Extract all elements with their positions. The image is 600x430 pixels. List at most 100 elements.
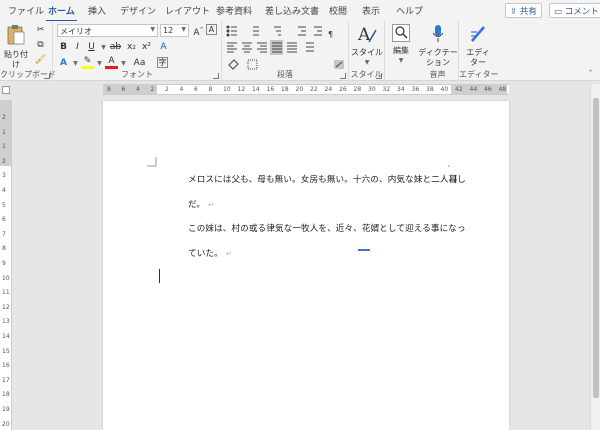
ruler-tick-label: 10: [223, 86, 231, 93]
voice-group-label: 音声: [429, 70, 446, 79]
tab-references[interactable]: 参考資料: [216, 4, 252, 17]
document-line-3[interactable]: この妹は、村の或る律気な一牧人を、近々、花婿として迎える事になっ: [188, 222, 466, 234]
font-group-label: フォント: [121, 70, 153, 79]
clear-format-icon[interactable]: A: [157, 41, 170, 54]
document-page[interactable]: メロスには父も、母も無い。女房も無い。十六の、内気な妹と二人暮し だ。 ↵ この妹…: [103, 101, 509, 430]
ruler-tick-label: 4: [2, 187, 6, 194]
format-painter-icon[interactable]: 🖌: [34, 54, 47, 67]
ruler-tick-label: 22: [310, 86, 318, 93]
grammar-squiggle: [358, 249, 370, 251]
paste-button[interactable]: 貼り付け: [3, 24, 29, 70]
paste-icon: [7, 25, 25, 45]
ruler-tick-label: 26: [339, 86, 347, 93]
document-line-2-text: だ。: [188, 200, 206, 210]
corner-mark-top-right: [448, 165, 450, 167]
paragraph-mark: ↵: [208, 201, 215, 209]
ruler-tick-label: 18: [281, 86, 289, 93]
editing-button[interactable]: 編集 ▼: [387, 24, 415, 66]
editor-pen-icon: [471, 26, 485, 42]
ruler-tick-label: 36: [411, 86, 420, 93]
share-label: 共有: [519, 7, 537, 17]
vertical-scrollbar[interactable]: [590, 84, 600, 430]
ruler-tick-label: 6: [194, 86, 198, 93]
chevron-down-icon: ▼: [181, 26, 186, 33]
clipboard-launcher-icon[interactable]: [44, 73, 50, 79]
ruler-tick-label: 38: [426, 86, 434, 93]
ruler-tick-label: 20: [2, 420, 10, 428]
tab-view[interactable]: 表示: [362, 4, 380, 17]
editing-group: 編集 ▼: [385, 21, 417, 81]
ruler-tick-label: 16: [2, 362, 10, 370]
ruler-tick-label: 17: [2, 376, 10, 384]
paste-label: 貼り付け: [4, 50, 28, 69]
editor-button[interactable]: エディ ター: [461, 24, 495, 68]
ruler-tick-label: 46: [484, 86, 492, 93]
editor-label-1: エディ: [466, 48, 490, 57]
styles-icon: A: [357, 25, 377, 45]
ruler-tick-label: 34: [397, 86, 405, 93]
editor-group-label: エディター: [459, 70, 499, 79]
ruler-tick-label: 14: [2, 333, 10, 340]
font-launcher-icon[interactable]: [213, 73, 219, 79]
dictate-label-1: ディクテー: [418, 48, 458, 57]
share-button[interactable]: ⇪ 共有: [505, 3, 542, 18]
vertical-ruler[interactable]: 2 1 1 2 3 4 5 6 7 8 9 10 11 12 13 14 15 16 17 18 19 20: [0, 100, 12, 430]
document-line-2[interactable]: だ。 ↵: [188, 198, 214, 210]
ruler-tick-label: 2: [165, 86, 169, 93]
ruler-tick-label: 10: [2, 274, 10, 282]
italic-button[interactable]: I: [71, 41, 84, 54]
paragraph-group-label: 段落: [277, 70, 293, 79]
font-name-select[interactable]: メイリオ ▼: [57, 24, 158, 37]
share-icon: ⇪: [510, 7, 518, 17]
copy-icon[interactable]: ⧉: [34, 39, 47, 52]
ruler-tick-label: 42: [455, 86, 463, 93]
comment-button[interactable]: ▭ コメント: [549, 3, 600, 18]
document-line-1-text: メロスには父も、母も無い。女房も無い。十六の、内気な妹と二人暮し: [188, 175, 466, 185]
dictate-button[interactable]: ディクテー ション: [418, 24, 458, 68]
ruler-tick-label: 12: [2, 303, 10, 311]
superscript-button[interactable]: x²: [140, 41, 153, 54]
tab-selector[interactable]: [2, 86, 10, 94]
horizontal-ruler[interactable]: 8 6 4 2 2 4 6 8 10 12 14 16 18 20 22 24 26 28 30 32 34 36 38 40…: [103, 84, 509, 95]
ruler-tick-label: 11: [2, 289, 10, 297]
ruler-tick-label: 12: [237, 86, 246, 93]
subscript-button[interactable]: x₂: [125, 41, 138, 54]
grow-font-icon[interactable]: A^: [192, 24, 205, 38]
tab-layout[interactable]: レイアウト: [165, 4, 210, 17]
ruler-tick-label: 14: [252, 86, 260, 93]
document-line-1[interactable]: メロスには父も、母も無い。女房も無い。十六の、内気な妹と二人暮し: [188, 173, 466, 185]
ruler-tick-label: 2: [2, 157, 6, 165]
editor-label-2: ター: [470, 58, 486, 67]
enclose-char-icon[interactable]: 字: [157, 57, 168, 68]
tab-help[interactable]: ヘルプ: [396, 4, 423, 17]
chevron-down-icon: ▼: [150, 26, 155, 33]
ruler-tick-label: 15: [2, 347, 10, 355]
tab-design[interactable]: デザイン: [120, 4, 156, 17]
cut-icon[interactable]: ✂: [34, 24, 47, 37]
tab-mailings[interactable]: 差し込み文書: [265, 4, 319, 17]
tab-home[interactable]: ホーム: [46, 4, 77, 22]
ruler-tick-label: 1: [2, 128, 6, 136]
document-line-4[interactable]: ていた。 ↵: [188, 247, 232, 259]
collapse-ribbon-icon[interactable]: ˄: [584, 67, 597, 80]
styles-button[interactable]: A スタイル ▼: [351, 24, 383, 68]
ruler-tick-label: 20: [295, 86, 304, 93]
bold-button[interactable]: B: [57, 41, 70, 54]
strikethrough-button[interactable]: ab: [109, 41, 122, 54]
chevron-down-icon: ▼: [364, 59, 370, 66]
paragraph-mark: ↵: [225, 250, 232, 258]
styles-launcher-icon[interactable]: [376, 73, 382, 79]
tab-file[interactable]: ファイル: [8, 4, 44, 17]
scrollbar-thumb[interactable]: [593, 98, 599, 398]
tab-review[interactable]: 校閲: [329, 4, 347, 17]
paragraph-launcher-icon[interactable]: [340, 73, 346, 79]
comment-label: コメント: [564, 7, 599, 17]
dictate-label-2: ション: [426, 58, 450, 67]
paragraph-icons[interactable]: ¶: [226, 25, 346, 71]
char-border-icon[interactable]: A: [206, 24, 217, 35]
editor-group: エディ ター エディター: [459, 21, 499, 81]
document-line-3-text: この妹は、村の或る律気な一牧人を、近々、花婿として迎える事になっ: [188, 224, 466, 234]
paragraph-group: ¶ 段落: [222, 21, 349, 81]
font-size-select[interactable]: 12 ▼: [160, 24, 189, 37]
tab-insert[interactable]: 挿入: [88, 4, 106, 17]
